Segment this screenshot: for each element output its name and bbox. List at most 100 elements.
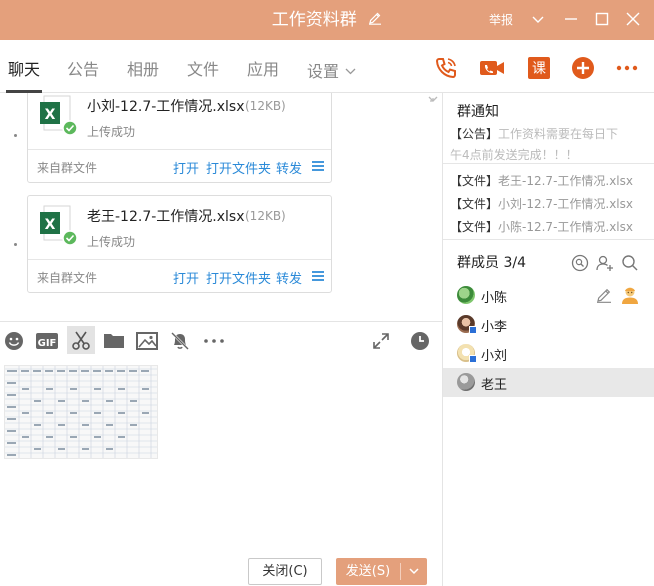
member-item[interactable]: 小李 xyxy=(443,310,654,339)
upload-status: 上传成功 xyxy=(87,235,136,249)
file-tag: 【文件】 xyxy=(450,220,499,234)
video-call-icon[interactable] xyxy=(479,56,504,80)
file-message-card[interactable]: X 老王-12.7-工作情况.xlsx (12KB) 上传成功 来自群文件 打开… xyxy=(27,195,332,293)
member-name: 老王 xyxy=(481,378,508,393)
file-name: 小陈-12.7-工作情况.xlsx xyxy=(498,220,633,234)
collapse-icon[interactable] xyxy=(428,95,438,105)
close-icon[interactable] xyxy=(625,11,641,27)
notice-file-item[interactable]: 【文件】小陈-12.7-工作情况.xlsx xyxy=(450,218,633,235)
file-name: 老王-12.7-工作情况.xlsx xyxy=(498,174,633,188)
gif-icon[interactable]: GIF xyxy=(36,331,58,351)
member-item[interactable]: 老王 xyxy=(443,368,654,397)
tab-announcement[interactable]: 公告 xyxy=(67,40,99,93)
chevron-down-icon[interactable] xyxy=(407,564,421,578)
file-message-card[interactable]: X 小刘-12.7-工作情况.xlsx (12KB) 上传成功 来自群文件 打开… xyxy=(27,93,332,183)
image-icon[interactable] xyxy=(136,331,158,351)
pasted-spreadsheet-image xyxy=(4,365,158,459)
tab-settings[interactable]: 设置 xyxy=(307,40,356,93)
history-clock-icon[interactable] xyxy=(410,331,430,351)
file-tag: 【文件】 xyxy=(450,174,499,188)
group-announcement[interactable]: 【公告】工作资料需要在每日下 午4点前发送完成！！！ xyxy=(450,124,646,166)
edit-title-icon[interactable] xyxy=(368,0,382,40)
emoji-icon[interactable] xyxy=(4,331,24,351)
group-members-title: 群成员 3/4 xyxy=(457,255,526,271)
excel-file-icon: X xyxy=(40,204,78,246)
upload-status: 上传成功 xyxy=(87,125,136,139)
chevron-down-icon[interactable] xyxy=(530,11,546,27)
forward-link[interactable]: 转发 xyxy=(276,268,302,287)
svg-text:X: X xyxy=(45,217,56,233)
file-name[interactable]: 老王-12.7-工作情况.xlsx xyxy=(87,206,244,226)
edit-icon[interactable] xyxy=(596,287,612,303)
member-name: 小刘 xyxy=(481,349,508,364)
tab-settings-label: 设置 xyxy=(307,62,340,81)
svg-text:课: 课 xyxy=(532,61,546,77)
menu-icon[interactable] xyxy=(311,159,325,173)
tab-apps[interactable]: 应用 xyxy=(247,40,279,93)
more-icon[interactable] xyxy=(615,56,639,80)
avatar xyxy=(457,286,475,304)
divider xyxy=(443,239,654,240)
file-source: 来自群文件 xyxy=(37,271,98,285)
chevron-down-icon xyxy=(345,40,356,100)
notice-file-item[interactable]: 【文件】老王-12.7-工作情况.xlsx xyxy=(450,172,633,189)
report-link[interactable]: 举报 xyxy=(489,0,513,40)
open-link[interactable]: 打开 xyxy=(173,268,199,287)
avatar xyxy=(457,373,475,391)
excel-file-icon: X xyxy=(40,94,78,136)
add-member-icon[interactable] xyxy=(596,254,614,272)
announcement-text-line1: 工作资料需要在每日下 xyxy=(498,127,619,141)
file-tag: 【文件】 xyxy=(450,197,499,211)
group-owner-icon xyxy=(620,285,640,305)
device-badge-icon xyxy=(469,355,477,363)
title-bar: 工作资料群 举报 xyxy=(0,0,654,40)
divider xyxy=(443,163,654,164)
folder-icon[interactable] xyxy=(103,331,125,351)
member-name: 小李 xyxy=(481,320,508,335)
search-icon[interactable] xyxy=(621,254,639,272)
member-item[interactable]: 小刘 xyxy=(443,339,654,368)
mute-bell-icon[interactable] xyxy=(170,331,190,351)
send-button-label[interactable]: 发送(S) xyxy=(336,558,400,585)
chat-messages[interactable]: X 小刘-12.7-工作情况.xlsx (12KB) 上传成功 来自群文件 打开… xyxy=(0,93,442,321)
member-name: 小陈 xyxy=(481,291,508,306)
screenshot-scissors-icon[interactable] xyxy=(71,331,91,351)
open-folder-link[interactable]: 打开文件夹 xyxy=(206,268,271,287)
file-card-footer: 来自群文件 打开 打开文件夹 转发 xyxy=(28,149,331,182)
forward-link[interactable]: 转发 xyxy=(276,158,302,177)
input-toolbar: GIF xyxy=(0,321,442,357)
send-button-divider xyxy=(400,563,401,580)
open-link[interactable]: 打开 xyxy=(173,158,199,177)
minimize-icon[interactable] xyxy=(563,11,579,27)
device-badge-icon xyxy=(469,326,477,334)
send-button[interactable]: 发送(S) xyxy=(336,558,427,585)
menu-icon[interactable] xyxy=(311,269,325,283)
maximize-icon[interactable] xyxy=(594,11,610,27)
announcement-text-line2: 午4点前发送完成！！！ xyxy=(450,148,578,162)
notice-file-item[interactable]: 【文件】小刘-12.7-工作情况.xlsx xyxy=(450,195,633,212)
expand-icon[interactable] xyxy=(371,331,391,351)
phone-call-icon[interactable] xyxy=(434,56,458,80)
message-bullet xyxy=(14,134,17,137)
file-source: 来自群文件 xyxy=(37,161,98,175)
file-name: 小刘-12.7-工作情况.xlsx xyxy=(498,197,633,211)
file-name[interactable]: 小刘-12.7-工作情况.xlsx xyxy=(87,96,244,116)
svg-text:GIF: GIF xyxy=(38,338,57,349)
nav-tabs: 聊天 公告 相册 文件 应用 设置 xyxy=(0,40,654,93)
add-icon[interactable] xyxy=(571,56,595,80)
announcement-tag: 【公告】 xyxy=(450,127,499,141)
tab-album[interactable]: 相册 xyxy=(127,40,159,93)
more-icon[interactable] xyxy=(202,331,226,351)
tab-chat[interactable]: 聊天 xyxy=(5,40,43,93)
search-chat-icon[interactable] xyxy=(571,254,589,272)
open-folder-link[interactable]: 打开文件夹 xyxy=(206,158,271,177)
svg-text:X: X xyxy=(45,107,56,123)
course-icon[interactable]: 课 xyxy=(527,56,551,80)
file-size: (12KB) xyxy=(245,99,286,113)
file-card-footer: 来自群文件 打开 打开文件夹 转发 xyxy=(28,259,331,292)
close-button[interactable]: 关闭(C) xyxy=(248,558,322,585)
window-title: 工作资料群 xyxy=(0,0,654,40)
group-notice-title: 群通知 xyxy=(457,104,499,120)
tab-files[interactable]: 文件 xyxy=(187,40,219,93)
message-input[interactable] xyxy=(0,357,442,586)
